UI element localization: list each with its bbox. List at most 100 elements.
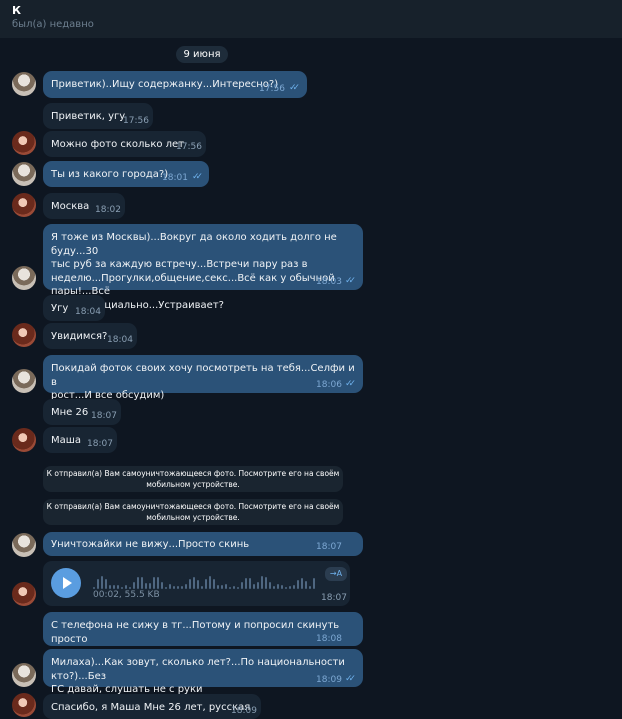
message-text: Москва bbox=[51, 201, 90, 212]
message-time: 18:07 bbox=[91, 411, 117, 421]
waveform-bar bbox=[141, 577, 143, 589]
waveform-bar bbox=[309, 586, 311, 589]
waveform-bar bbox=[137, 577, 139, 589]
message-bubble[interactable]: Покидай фоток своих хочу посмотреть на т… bbox=[43, 355, 363, 401]
avatar[interactable] bbox=[12, 533, 36, 557]
play-icon[interactable] bbox=[51, 568, 81, 598]
waveform-bar bbox=[257, 582, 259, 589]
waveform-bar bbox=[261, 576, 263, 589]
message-bubble[interactable]: Мне 26 18:07 bbox=[43, 399, 121, 425]
message-bubble[interactable]: Маша 18:07 bbox=[43, 427, 117, 453]
message-time: 17:56 bbox=[123, 116, 149, 126]
waveform-bar bbox=[161, 582, 163, 589]
chat-header[interactable]: К был(а) недавно bbox=[0, 0, 622, 38]
waveform-bar bbox=[225, 584, 227, 589]
waveform-bar bbox=[173, 586, 175, 589]
message-time: 18:04 bbox=[75, 307, 101, 317]
avatar[interactable] bbox=[12, 266, 36, 290]
message-text: Маша bbox=[51, 435, 82, 446]
message-bubble[interactable]: С телефона не сижу в тг...Потому и попро… bbox=[43, 612, 363, 646]
waveform-bar bbox=[213, 579, 215, 589]
message-text: Ты из какого города?) bbox=[51, 169, 169, 180]
avatar[interactable] bbox=[12, 663, 36, 687]
read-check-icon: ✓✓ bbox=[345, 674, 356, 684]
message-time: 18:06 bbox=[316, 380, 342, 390]
read-check-icon: ✓✓ bbox=[192, 172, 203, 182]
waveform-bar bbox=[201, 586, 203, 589]
waveform-bar bbox=[105, 579, 107, 589]
avatar[interactable] bbox=[12, 428, 36, 452]
message-text: Можно фото сколько лет bbox=[51, 139, 185, 150]
avatar[interactable] bbox=[12, 193, 36, 217]
waveform-bar bbox=[269, 582, 271, 589]
read-check-icon: ✓✓ bbox=[345, 276, 356, 286]
message-time: 18:07 bbox=[321, 593, 347, 603]
message-text: Уничтожайки не вижу...Просто скинь bbox=[51, 539, 250, 550]
waveform-bar bbox=[177, 586, 179, 589]
waveform-bar bbox=[301, 578, 303, 589]
waveform-bar bbox=[237, 587, 239, 589]
waveform-bar bbox=[205, 579, 207, 589]
message-time: 18:04 bbox=[107, 335, 133, 345]
self-destruct-notice: К отправил(а) Вам самоуничтожающееся фот… bbox=[43, 499, 343, 525]
waveform-bar bbox=[277, 584, 279, 589]
avatar[interactable] bbox=[12, 369, 36, 393]
waveform-bar bbox=[153, 577, 155, 589]
message-bubble[interactable]: Можно фото сколько лет 17:56 bbox=[43, 131, 206, 157]
message-time: 18:07 bbox=[87, 439, 113, 449]
waveform-bar bbox=[97, 579, 99, 589]
message-bubble[interactable]: Приветик, угу 17:56 bbox=[43, 103, 153, 129]
message-time: 17:56 bbox=[259, 84, 285, 94]
avatar[interactable] bbox=[12, 693, 36, 717]
waveform-bar bbox=[181, 586, 183, 589]
message-time: 18:09 bbox=[316, 675, 342, 685]
avatar[interactable] bbox=[12, 72, 36, 96]
message-bubble[interactable]: Уничтожайки не вижу...Просто скинь 18:07 bbox=[43, 532, 363, 556]
waveform-bar bbox=[157, 577, 159, 589]
waveform-bar bbox=[293, 585, 295, 589]
message-time: 18:09 bbox=[231, 706, 257, 716]
message-time: 18:01 bbox=[162, 173, 188, 183]
chat-title: К bbox=[12, 4, 21, 17]
message-time: 18:07 bbox=[316, 542, 342, 552]
message-text: Увидимся? bbox=[51, 331, 108, 342]
voice-duration-size: 00:02, 55.5 KB bbox=[93, 590, 160, 600]
message-text: Угу bbox=[51, 303, 69, 314]
message-bubble[interactable]: Милаха)...Как зовут, сколько лет?...По н… bbox=[43, 649, 363, 695]
avatar[interactable] bbox=[12, 582, 36, 606]
waveform-bar bbox=[305, 581, 307, 589]
waveform-bar bbox=[273, 586, 275, 589]
message-bubble[interactable]: Москва 18:02 bbox=[43, 193, 125, 219]
message-bubble[interactable]: Спасибо, я Маша Мне 26 лет, русская 18:0… bbox=[43, 694, 261, 719]
waveform-bar bbox=[233, 586, 235, 589]
waveform-bar bbox=[249, 578, 251, 589]
message-bubble[interactable]: Приветик)..Ищу содержанку...Интересно?) … bbox=[43, 71, 307, 98]
waveform-bar bbox=[101, 576, 103, 589]
message-bubble[interactable]: Я тоже из Москвы)...Вокруг да около ходи… bbox=[43, 224, 363, 311]
message-text: Приветик, угу bbox=[51, 111, 126, 122]
waveform-bar bbox=[189, 579, 191, 589]
avatar[interactable] bbox=[12, 162, 36, 186]
last-seen-status: был(а) недавно bbox=[12, 19, 94, 30]
waveform-bar bbox=[285, 587, 287, 589]
transcribe-icon[interactable]: →A bbox=[325, 567, 347, 581]
waveform[interactable] bbox=[93, 573, 318, 589]
self-destruct-notice: К отправил(а) Вам самоуничтожающееся фот… bbox=[43, 466, 343, 492]
message-text: Спасибо, я Маша Мне 26 лет, русская bbox=[51, 702, 251, 713]
message-bubble[interactable]: Увидимся? 18:04 bbox=[43, 323, 137, 349]
waveform-bar bbox=[197, 580, 199, 589]
avatar[interactable] bbox=[12, 131, 36, 155]
message-bubble[interactable]: Ты из какого города?) 18:01 ✓✓ bbox=[43, 161, 209, 187]
voice-message[interactable]: →A 00:02, 55.5 KB 18:07 bbox=[43, 561, 350, 606]
waveform-bar bbox=[133, 582, 135, 589]
waveform-bar bbox=[169, 584, 171, 589]
waveform-bar bbox=[185, 584, 187, 589]
waveform-bar bbox=[217, 585, 219, 589]
waveform-bar bbox=[241, 582, 243, 589]
date-separator: 9 июня bbox=[176, 46, 228, 63]
message-time: 18:02 bbox=[95, 205, 121, 215]
avatar[interactable] bbox=[12, 323, 36, 347]
message-bubble[interactable]: Угу 18:04 bbox=[43, 295, 105, 321]
read-check-icon: ✓✓ bbox=[289, 83, 300, 93]
message-text: Приветик)..Ищу содержанку...Интересно?) bbox=[51, 79, 279, 90]
